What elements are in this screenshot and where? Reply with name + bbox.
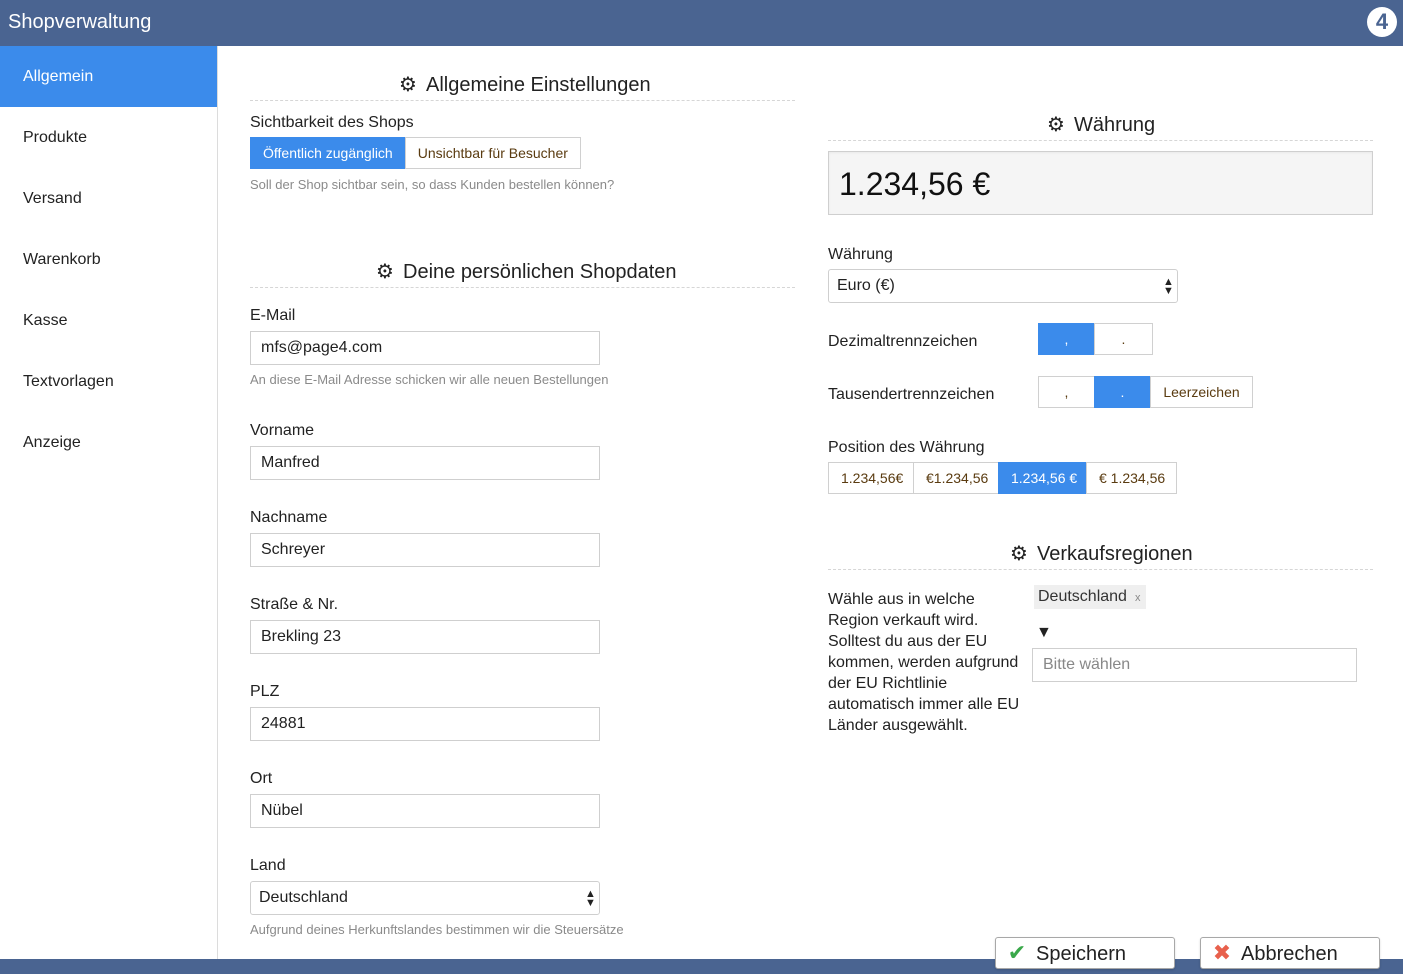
section-divider: [828, 140, 1373, 141]
decimal-separator-toggle: , .: [1038, 323, 1153, 355]
decimal-comma-button[interactable]: ,: [1038, 323, 1095, 355]
section-title-regions-text: Verkaufsregionen: [1037, 543, 1193, 565]
country-help-text: Aufgrund deines Herkunftslandes bestimme…: [250, 922, 624, 937]
sidebar-nav: Allgemein Produkte Versand Warenkorb Kas…: [0, 46, 218, 959]
section-title-currency: ⚙ Währung: [1046, 112, 1155, 137]
gear-icon: ⚙: [1047, 114, 1065, 136]
visibility-public-button[interactable]: Öffentlich zugänglich: [250, 137, 406, 169]
country-label: Land: [250, 857, 286, 874]
currency-preview: 1.234,56 €: [828, 151, 1373, 215]
city-field[interactable]: Nübel: [250, 794, 600, 828]
decimal-separator-label: Dezimaltrennzeichen: [828, 333, 978, 350]
thousand-space-button[interactable]: Leerzeichen: [1150, 376, 1253, 408]
cancel-button-label: Abbrechen: [1241, 943, 1338, 965]
gear-icon: ⚙: [399, 74, 417, 96]
visibility-help-text: Soll der Shop sichtbar sein, so dass Kun…: [250, 177, 615, 192]
section-title-shopdata-text: Deine persönlichen Shopdaten: [403, 261, 677, 283]
select-arrows-icon: ▲ ▼: [585, 888, 596, 909]
lastname-field[interactable]: Schreyer: [250, 533, 600, 567]
currency-label: Währung: [828, 246, 893, 263]
section-title-general-text: Allgemeine Einstellungen: [426, 74, 651, 96]
sidebar-item-warenkorb[interactable]: Warenkorb: [0, 229, 217, 290]
region-tag-label: Deutschland: [1038, 588, 1127, 605]
region-search-input[interactable]: Bitte wählen: [1032, 648, 1357, 682]
sidebar-item-textvorlagen[interactable]: Textvorlagen: [0, 351, 217, 412]
currency-position-label: Position des Währung: [828, 439, 985, 456]
section-title-general: ⚙ Allgemeine Einstellungen: [398, 72, 651, 97]
email-label: E-Mail: [250, 307, 296, 324]
zip-label: PLZ: [250, 683, 280, 700]
gear-icon: ⚙: [1010, 543, 1028, 565]
thousand-dot-button[interactable]: .: [1094, 376, 1151, 408]
section-divider: [828, 569, 1373, 570]
currency-select-value: Euro (€): [837, 277, 895, 294]
position-suffix-space-button[interactable]: 1.234,56 €: [998, 462, 1087, 494]
sidebar-item-anzeige[interactable]: Anzeige: [0, 412, 217, 473]
dropdown-toggle-icon[interactable]: ▼: [1036, 624, 1052, 642]
position-prefix-space-button[interactable]: € 1.234,56: [1086, 462, 1177, 494]
city-label: Ort: [250, 770, 273, 787]
sidebar-item-versand[interactable]: Versand: [0, 168, 217, 229]
gear-icon: ⚙: [376, 261, 394, 283]
firstname-field[interactable]: Manfred: [250, 446, 600, 480]
visibility-toggle: Öffentlich zugänglich Unsichtbar für Bes…: [250, 137, 581, 169]
zip-field[interactable]: 24881: [250, 707, 600, 741]
visibility-label: Sichtbarkeit des Shops: [250, 114, 414, 131]
app-header: Shopverwaltung 4: [0, 0, 1403, 46]
country-select-value: Deutschland: [259, 889, 348, 906]
section-title-regions: ⚙ Verkaufsregionen: [1009, 541, 1193, 566]
thousand-separator-toggle: , . Leerzeichen: [1038, 376, 1253, 408]
save-button[interactable]: ✔ Speichern: [995, 937, 1175, 969]
position-suffix-nospace-button[interactable]: 1.234,56€: [828, 462, 914, 494]
country-select[interactable]: Deutschland ▲ ▼: [250, 881, 600, 915]
thousand-comma-button[interactable]: ,: [1038, 376, 1095, 408]
sidebar-item-kasse[interactable]: Kasse: [0, 290, 217, 351]
street-field[interactable]: Brekling 23: [250, 620, 600, 654]
visibility-hidden-button[interactable]: Unsichtbar für Besucher: [404, 137, 581, 169]
select-arrows-icon: ▲ ▼: [1163, 276, 1174, 297]
sidebar-item-allgemein[interactable]: Allgemein: [0, 46, 217, 107]
checkmark-icon: ✔: [1007, 940, 1027, 965]
position-prefix-nospace-button[interactable]: €1.234,56: [913, 462, 999, 494]
currency-position-toggle: 1.234,56€ €1.234,56 1.234,56 € € 1.234,5…: [828, 462, 1177, 494]
cancel-button[interactable]: ✖ Abbrechen: [1200, 937, 1380, 969]
lastname-label: Nachname: [250, 509, 328, 526]
remove-tag-icon[interactable]: x: [1135, 592, 1141, 604]
region-tag-deutschland: Deutschland x: [1034, 585, 1147, 609]
section-title-currency-text: Währung: [1074, 114, 1156, 136]
thousand-separator-label: Tausendertrennzeichen: [828, 386, 995, 403]
section-title-shopdata: ⚙ Deine persönlichen Shopdaten: [375, 259, 677, 284]
street-label: Straße & Nr.: [250, 596, 339, 613]
currency-select[interactable]: Euro (€) ▲ ▼: [828, 269, 1178, 303]
regions-description: Wähle aus in welche Region verkauft wird…: [828, 591, 1020, 734]
section-divider: [250, 100, 795, 101]
footer-bar: [0, 959, 1403, 974]
app-title: Shopverwaltung: [8, 11, 152, 33]
decimal-dot-button[interactable]: .: [1094, 323, 1153, 355]
save-button-label: Speichern: [1036, 943, 1127, 965]
page4-logo[interactable]: 4: [1367, 7, 1397, 37]
email-help-text: An diese E-Mail Adresse schicken wir all…: [250, 372, 609, 387]
firstname-label: Vorname: [250, 422, 315, 439]
cross-icon: ✖: [1212, 940, 1232, 965]
email-field[interactable]: mfs@page4.com: [250, 331, 600, 365]
section-divider: [250, 287, 795, 288]
sidebar-item-produkte[interactable]: Produkte: [0, 107, 217, 168]
